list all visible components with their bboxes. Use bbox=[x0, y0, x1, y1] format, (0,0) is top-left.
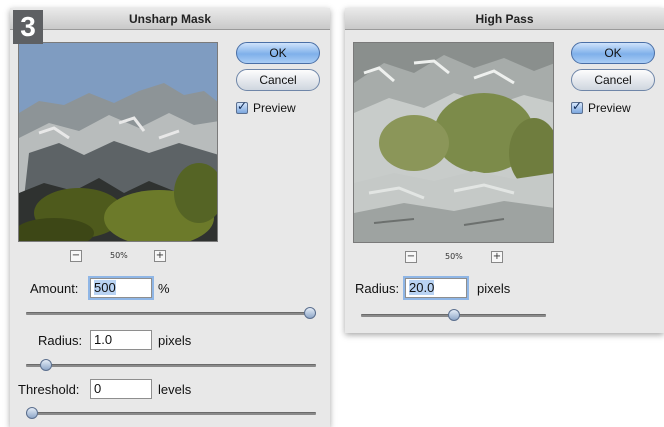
checkmark-icon: ✓ bbox=[237, 99, 248, 113]
hp-radius-field[interactable]: 20.0 bbox=[405, 278, 467, 298]
radius-label: Radius: bbox=[38, 333, 83, 348]
step-number-badge: 3 bbox=[13, 10, 43, 44]
zoom-in-button[interactable]: + bbox=[154, 250, 166, 262]
highpass-zoom-controls: − 50% + bbox=[353, 251, 554, 265]
radius-unit: pixels bbox=[158, 333, 192, 348]
highpass-ok-button[interactable]: OK bbox=[571, 42, 655, 64]
amount-value: 500 bbox=[94, 280, 116, 295]
zoom-in-button[interactable]: + bbox=[491, 251, 503, 263]
amount-slider-track[interactable] bbox=[26, 312, 316, 315]
high-pass-title[interactable]: High Pass bbox=[345, 8, 664, 30]
zoom-out-button[interactable]: − bbox=[405, 251, 417, 263]
highpass-preview-checkbox[interactable]: ✓ bbox=[571, 99, 583, 114]
hp-radius-unit: pixels bbox=[477, 281, 511, 296]
threshold-slider-thumb[interactable] bbox=[26, 407, 38, 419]
unsharp-mask-dialog: Unsharp Mask − 50% + OK Cancel ✓ Preview… bbox=[10, 8, 330, 427]
hp-radius-value: 20.0 bbox=[409, 280, 435, 295]
radius-slider-thumb[interactable] bbox=[39, 359, 52, 371]
amount-field[interactable]: 500 bbox=[90, 278, 152, 298]
unsharp-preview-label: Preview bbox=[253, 101, 296, 115]
threshold-field[interactable]: 0 bbox=[90, 379, 152, 399]
high-pass-dialog: High Pass − 50% + OK Cancel ✓ Preview Ra… bbox=[345, 8, 664, 333]
unsharp-mask-title[interactable]: Unsharp Mask bbox=[10, 8, 330, 30]
unsharp-cancel-button[interactable]: Cancel bbox=[236, 69, 320, 91]
threshold-label: Threshold: bbox=[18, 382, 80, 397]
screenshot-stage: Unsharp Mask − 50% + OK Cancel ✓ Preview… bbox=[0, 0, 664, 427]
threshold-unit: levels bbox=[158, 382, 192, 397]
unsharp-preview-image[interactable] bbox=[18, 42, 218, 242]
radius-slider-track[interactable] bbox=[26, 364, 316, 367]
rock-landscape-photo bbox=[19, 43, 217, 241]
amount-unit: % bbox=[158, 281, 170, 296]
hp-radius-slider-thumb[interactable] bbox=[447, 309, 460, 321]
threshold-slider-track[interactable] bbox=[26, 412, 316, 415]
radius-value: 1.0 bbox=[94, 332, 113, 347]
zoom-level-label: 50% bbox=[445, 252, 463, 261]
hp-radius-label: Radius: bbox=[355, 281, 400, 296]
highpass-preview-image[interactable] bbox=[353, 42, 554, 243]
zoom-out-button[interactable]: − bbox=[70, 250, 82, 262]
amount-slider-thumb[interactable] bbox=[304, 307, 316, 319]
amount-label: Amount: bbox=[30, 281, 79, 296]
zoom-level-label: 50% bbox=[110, 251, 128, 260]
unsharp-ok-button[interactable]: OK bbox=[236, 42, 320, 64]
unsharp-zoom-controls: − 50% + bbox=[18, 250, 218, 264]
checkmark-icon: ✓ bbox=[572, 99, 583, 113]
highpass-preview-label: Preview bbox=[588, 101, 631, 115]
highpass-rock-photo bbox=[354, 43, 553, 242]
radius-field[interactable]: 1.0 bbox=[90, 330, 152, 350]
threshold-value: 0 bbox=[94, 381, 102, 396]
highpass-cancel-button[interactable]: Cancel bbox=[571, 69, 655, 91]
unsharp-preview-checkbox[interactable]: ✓ bbox=[236, 99, 248, 114]
